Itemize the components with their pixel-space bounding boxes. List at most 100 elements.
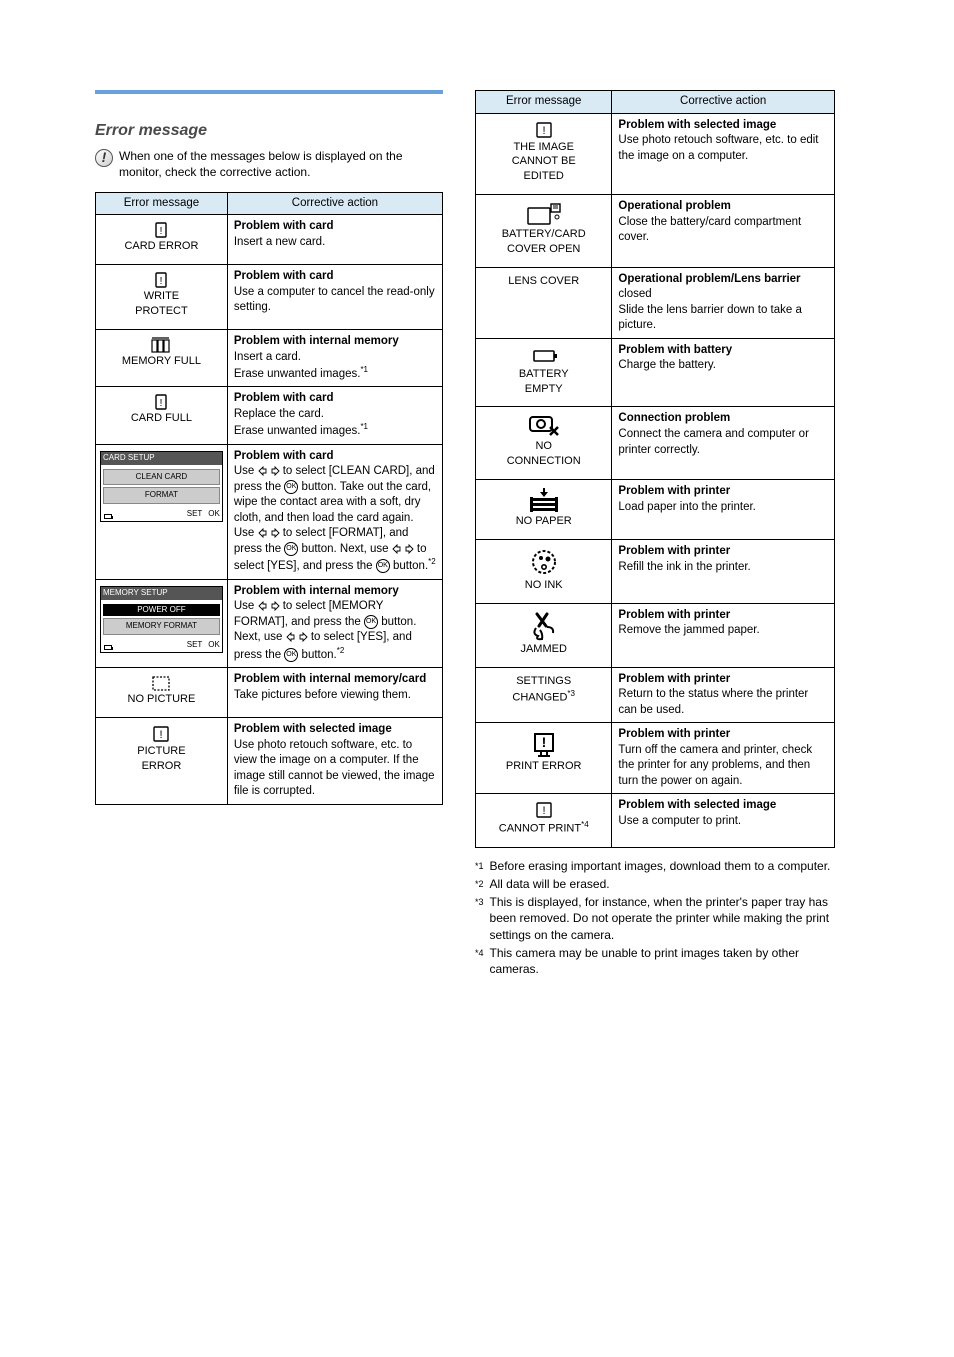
message-cell: CANNOT PRINT*4 bbox=[476, 794, 612, 848]
action-cell: Problem with internal memoryInsert a car… bbox=[227, 330, 442, 387]
ok-func-icon: OK bbox=[284, 542, 298, 556]
error-label: BATTERY/CARDCOVER OPEN bbox=[480, 227, 607, 257]
message-cell: NO PAPER bbox=[476, 480, 612, 540]
section-title: Error message bbox=[95, 120, 443, 142]
picture-error-icon bbox=[534, 800, 554, 820]
table-row: NOCONNECTION Connection problemConnect t… bbox=[476, 407, 835, 480]
message-cell: LENS COVER bbox=[476, 267, 612, 338]
error-label: PICTUREERROR bbox=[100, 744, 223, 774]
table-row: MEMORY FULL Problem with internal memory… bbox=[96, 330, 443, 387]
action-cell: Problem with printerRefill the ink in th… bbox=[612, 540, 835, 604]
arrows-icon bbox=[258, 600, 280, 612]
message-cell: NO INK bbox=[476, 540, 612, 604]
table-row: LENS COVER Operational problem/Lens barr… bbox=[476, 267, 835, 338]
message-cell: MEMORY SETUP POWER OFF MEMORY FORMAT SET… bbox=[96, 579, 228, 667]
footnotes: *1 Before erasing important images, downl… bbox=[475, 858, 835, 977]
no-connect-icon bbox=[527, 413, 561, 439]
footnote-marker: *3 bbox=[475, 896, 484, 943]
table-row: CARD ERROR Problem with cardInsert a new… bbox=[96, 215, 443, 265]
action-cell: Problem with internal memory/cardTake pi… bbox=[227, 668, 442, 718]
table-row: BATTERYEMPTY Problem with batteryCharge … bbox=[476, 338, 835, 407]
table-row: NO INK Problem with printerRefill the in… bbox=[476, 540, 835, 604]
card-error-icon bbox=[152, 271, 170, 289]
no-paper-icon bbox=[528, 486, 560, 514]
th-message: Error message bbox=[96, 192, 228, 215]
battery-empty-icon bbox=[530, 345, 558, 367]
arrows-icon bbox=[286, 631, 308, 643]
message-cell: MEMORY FULL bbox=[96, 330, 228, 387]
table-row: PICTUREERROR Problem with selected image… bbox=[96, 718, 443, 805]
th-message: Error message bbox=[476, 91, 612, 114]
arrows-icon bbox=[258, 527, 280, 539]
error-label: NOCONNECTION bbox=[480, 439, 607, 469]
error-label: WRITEPROTECT bbox=[100, 289, 223, 319]
error-label: SETTINGSCHANGED*3 bbox=[480, 674, 607, 705]
error-label: NO PICTURE bbox=[100, 692, 223, 707]
divider bbox=[95, 90, 443, 94]
jammed-icon bbox=[529, 610, 559, 642]
error-label: JAMMED bbox=[480, 642, 607, 657]
intro-text: When one of the messages below is displa… bbox=[119, 148, 443, 180]
picture-error-icon bbox=[151, 724, 171, 744]
ok-func-icon: OK bbox=[364, 615, 378, 629]
ok-func-icon: OK bbox=[376, 559, 390, 573]
table-row: BATTERY/CARDCOVER OPEN Operational probl… bbox=[476, 195, 835, 268]
action-cell: Problem with printerTurn off the camera … bbox=[612, 723, 835, 794]
card-error-icon bbox=[152, 393, 170, 411]
footnote: *4This camera may be unable to print ima… bbox=[475, 945, 835, 977]
info-icon: ! bbox=[95, 149, 113, 167]
footnote-text: All data will be erased. bbox=[490, 876, 835, 892]
table-row: CARD SETUP CLEAN CARD FORMAT SETOK Probl… bbox=[96, 444, 443, 579]
table-row: CANNOT PRINT*4 Problem with selected ima… bbox=[476, 794, 835, 848]
action-cell: Problem with selected imageUse photo ret… bbox=[612, 113, 835, 195]
action-cell: Problem with cardUse a computer to cance… bbox=[227, 265, 442, 330]
intro-note: ! When one of the messages below is disp… bbox=[95, 148, 443, 180]
table-row: PRINT ERROR Problem with printerTurn off… bbox=[476, 723, 835, 794]
error-label: MEMORY FULL bbox=[100, 354, 223, 369]
action-cell: Problem with cardReplace the card.Erase … bbox=[227, 387, 442, 444]
table-row: WRITEPROTECT Problem with cardUse a comp… bbox=[96, 265, 443, 330]
footnote-text: Before erasing important images, downloa… bbox=[490, 858, 835, 874]
action-cell: Problem with batteryCharge the battery. bbox=[612, 338, 835, 407]
table-row: SETTINGSCHANGED*3 Problem with printerRe… bbox=[476, 667, 835, 723]
arrows-icon bbox=[392, 543, 414, 555]
card-error-icon bbox=[152, 221, 170, 239]
action-cell: Problem with selected imageUse a compute… bbox=[612, 794, 835, 848]
error-label: NO PAPER bbox=[480, 514, 607, 529]
error-label: PRINT ERROR bbox=[480, 759, 607, 774]
action-cell: Problem with printerReturn to the status… bbox=[612, 667, 835, 723]
action-cell: Connection problemConnect the camera and… bbox=[612, 407, 835, 480]
cover-open-icon bbox=[526, 201, 562, 227]
ok-func-icon: OK bbox=[284, 480, 298, 494]
card-setup-menu: CARD SETUP CLEAN CARD FORMAT SETOK bbox=[100, 451, 223, 522]
message-cell: CARD ERROR bbox=[96, 215, 228, 265]
print-error-icon bbox=[530, 729, 558, 759]
table-row: MEMORY SETUP POWER OFF MEMORY FORMAT SET… bbox=[96, 579, 443, 667]
footnote-marker: *2 bbox=[475, 878, 484, 892]
action-cell: Problem with internal memoryUse to selec… bbox=[227, 579, 442, 667]
picture-error-icon bbox=[534, 120, 554, 140]
footnote: *2 All data will be erased. bbox=[475, 876, 835, 892]
error-label: LENS COVER bbox=[480, 274, 607, 289]
message-cell: WRITEPROTECT bbox=[96, 265, 228, 330]
action-cell: Problem with selected imageUse photo ret… bbox=[227, 718, 442, 805]
error-label: BATTERYEMPTY bbox=[480, 367, 607, 397]
footnote-marker: *1 bbox=[475, 860, 484, 874]
footnote-marker: *4 bbox=[475, 947, 484, 977]
arrows-icon bbox=[258, 465, 280, 477]
no-ink-icon bbox=[528, 546, 560, 578]
message-cell: PRINT ERROR bbox=[476, 723, 612, 794]
table-row: JAMMED Problem with printerRemove the ja… bbox=[476, 603, 835, 667]
ok-func-icon: OK bbox=[284, 648, 298, 662]
message-cell: BATTERYEMPTY bbox=[476, 338, 612, 407]
message-cell: CARD SETUP CLEAN CARD FORMAT SETOK bbox=[96, 444, 228, 579]
memory-full-icon bbox=[150, 336, 172, 354]
action-cell: Problem with cardInsert a new card. bbox=[227, 215, 442, 265]
error-label: CARD ERROR bbox=[100, 239, 223, 254]
message-cell: THE IMAGECANNOT BEEDITED bbox=[476, 113, 612, 195]
table-row: THE IMAGECANNOT BEEDITED Problem with se… bbox=[476, 113, 835, 195]
error-label: CANNOT PRINT*4 bbox=[480, 820, 607, 837]
action-cell: Operational problemClose the battery/car… bbox=[612, 195, 835, 268]
action-cell: Problem with cardUse to select [CLEAN CA… bbox=[227, 444, 442, 579]
footnote-text: This camera may be unable to print image… bbox=[490, 945, 835, 977]
